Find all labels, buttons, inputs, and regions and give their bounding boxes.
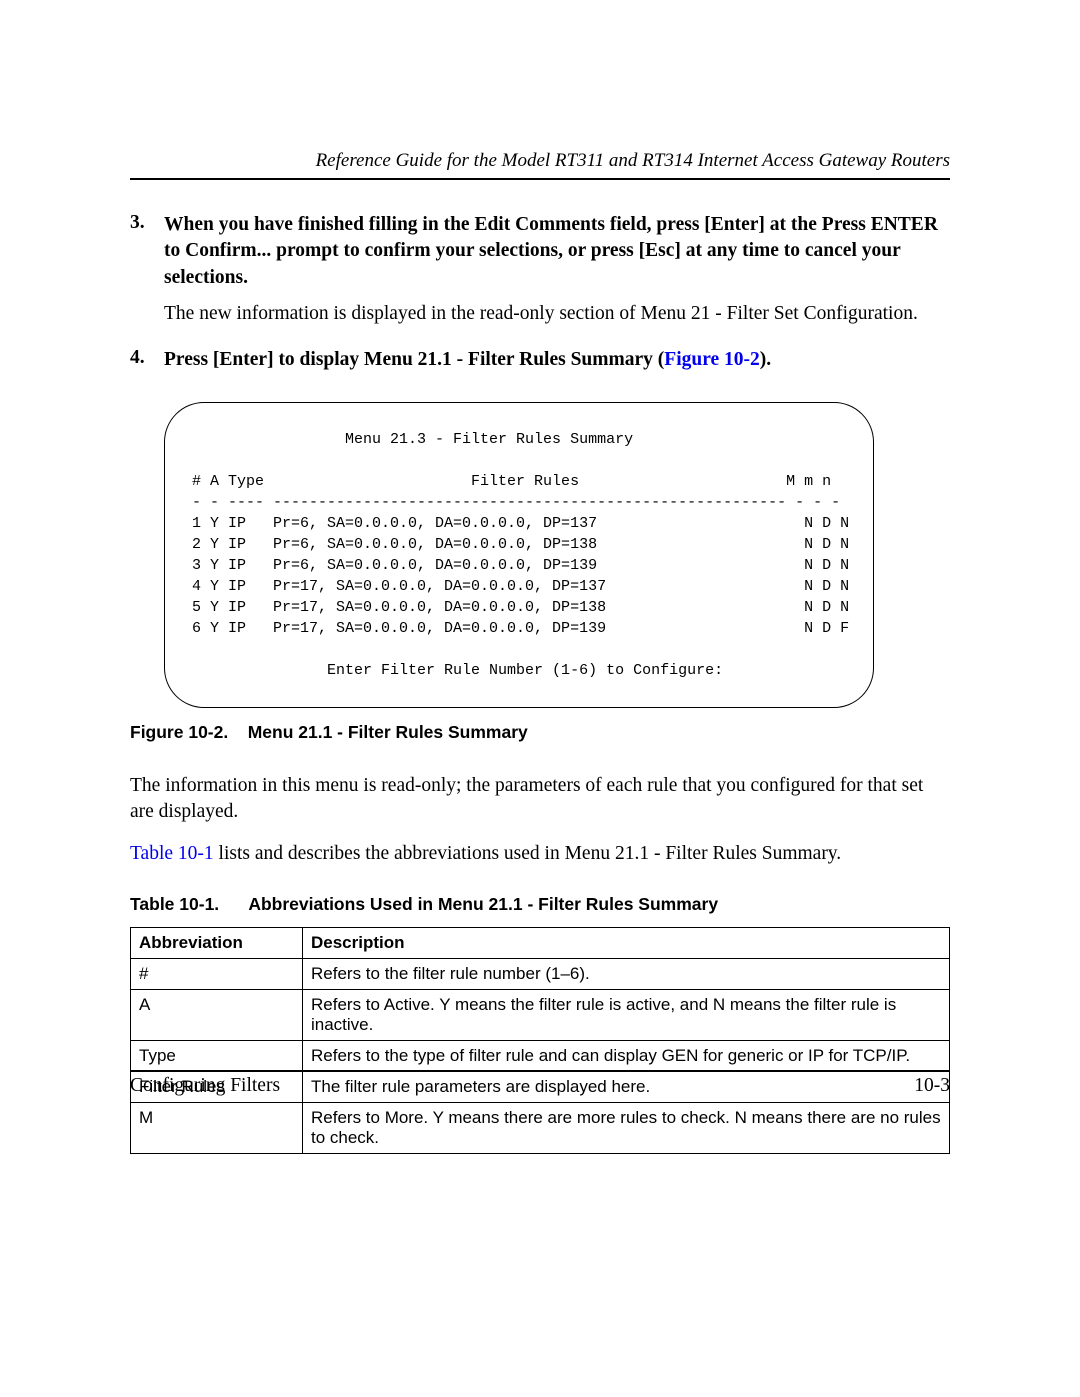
step-3: 3. When you have finished filling in the… xyxy=(130,212,950,291)
fig-prompt: Enter Filter Rule Number (1-6) to Config… xyxy=(183,662,723,679)
page: Reference Guide for the Model RT311 and … xyxy=(0,0,1080,1397)
step-3-instruction: When you have finished filling in the Ed… xyxy=(164,212,950,291)
running-header: Reference Guide for the Model RT311 and … xyxy=(130,150,950,172)
paragraph-table-intro: Table 10-1 lists and describes the abbre… xyxy=(130,841,950,867)
table-header-row: Abbreviation Description xyxy=(131,927,950,958)
table-intro-rest: lists and describes the abbreviations us… xyxy=(214,843,842,864)
cell-abbr: # xyxy=(131,958,303,989)
figure-xref[interactable]: Figure 10-2 xyxy=(664,349,760,370)
fig-row-4: 4 Y IP Pr=17, SA=0.0.0.0, DA=0.0.0.0, DP… xyxy=(183,578,849,595)
th-abbreviation: Abbreviation xyxy=(131,927,303,958)
figure-caption-text: Menu 21.1 - Filter Rules Summary xyxy=(248,722,528,742)
cell-desc: Refers to the type of filter rule and ca… xyxy=(303,1040,950,1071)
step-4: 4. Press [Enter] to display Menu 21.1 - … xyxy=(130,347,950,373)
step-4-text-a: Press [Enter] to display Menu 21.1 - Fil… xyxy=(164,349,664,370)
cell-desc: Refers to the filter rule number (1–6). xyxy=(303,958,950,989)
table-caption-text: Abbreviations Used in Menu 21.1 - Filter… xyxy=(248,894,718,914)
fig-row-5: 5 Y IP Pr=17, SA=0.0.0.0, DA=0.0.0.0, DP… xyxy=(183,599,849,616)
fig-row-1: 1 Y IP Pr=6, SA=0.0.0.0, DA=0.0.0.0, DP=… xyxy=(183,515,849,532)
table-row: # Refers to the filter rule number (1–6)… xyxy=(131,958,950,989)
fig-head: # A Type Filter Rules M m n xyxy=(183,473,831,490)
page-footer: Configuring Filters 10-3 xyxy=(130,1070,950,1097)
cell-desc: Refers to Active. Y means the filter rul… xyxy=(303,989,950,1040)
figure-terminal-box: Menu 21.3 - Filter Rules Summary # A Typ… xyxy=(164,402,874,708)
step-4-text-b: ). xyxy=(760,349,771,370)
abbreviations-table: Abbreviation Description # Refers to the… xyxy=(130,927,950,1154)
table-caption-label: Table 10-1. xyxy=(130,894,219,914)
table-row: A Refers to Active. Y means the filter r… xyxy=(131,989,950,1040)
table-row: Type Refers to the type of filter rule a… xyxy=(131,1040,950,1071)
step-4-number: 4. xyxy=(130,347,164,373)
figure-caption: Figure 10-2. Menu 21.1 - Filter Rules Su… xyxy=(130,722,950,743)
th-description: Description xyxy=(303,927,950,958)
footer-section-name: Configuring Filters xyxy=(130,1075,280,1097)
paragraph-readonly-note: The information in this menu is read-onl… xyxy=(130,773,950,826)
step-3-number: 3. xyxy=(130,212,164,291)
header-rule xyxy=(130,178,950,180)
table-xref[interactable]: Table 10-1 xyxy=(130,843,214,864)
fig-title: Menu 21.3 - Filter Rules Summary xyxy=(183,431,633,448)
fig-row-3: 3 Y IP Pr=6, SA=0.0.0.0, DA=0.0.0.0, DP=… xyxy=(183,557,849,574)
cell-desc: Refers to More. Y means there are more r… xyxy=(303,1102,950,1153)
cell-abbr: Type xyxy=(131,1040,303,1071)
footer-page-number: 10-3 xyxy=(914,1075,950,1097)
step-3-note: The new information is displayed in the … xyxy=(164,301,950,327)
cell-abbr: M xyxy=(131,1102,303,1153)
footer-rule xyxy=(130,1070,950,1071)
fig-rule: - - ---- -------------------------------… xyxy=(183,494,840,511)
fig-row-2: 2 Y IP Pr=6, SA=0.0.0.0, DA=0.0.0.0, DP=… xyxy=(183,536,849,553)
step-4-instruction: Press [Enter] to display Menu 21.1 - Fil… xyxy=(164,347,950,373)
table-row: M Refers to More. Y means there are more… xyxy=(131,1102,950,1153)
table-caption: Table 10-1. Abbreviations Used in Menu 2… xyxy=(130,894,950,915)
figure-caption-label: Figure 10-2. xyxy=(130,722,228,742)
fig-row-6: 6 Y IP Pr=17, SA=0.0.0.0, DA=0.0.0.0, DP… xyxy=(183,620,849,637)
cell-abbr: A xyxy=(131,989,303,1040)
